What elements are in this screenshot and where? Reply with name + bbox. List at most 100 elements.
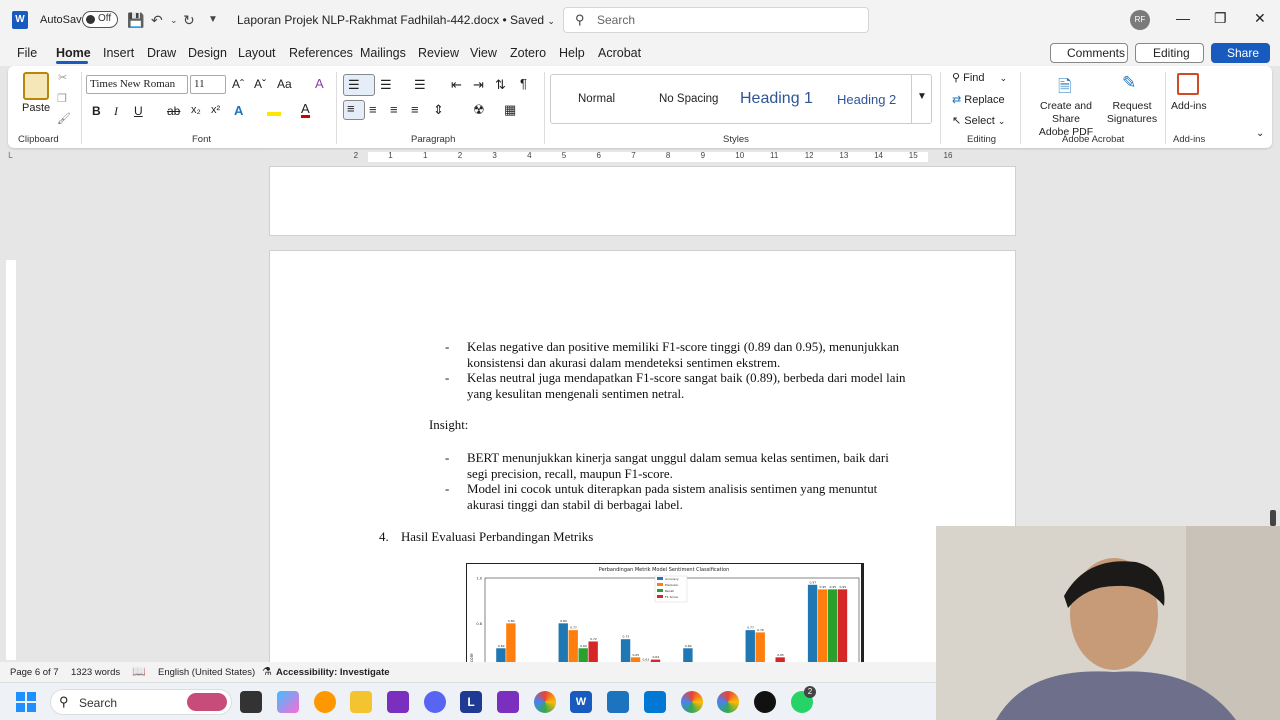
style-heading-2[interactable]: Heading 2 [837,92,896,107]
font-size-select[interactable]: 11 [190,75,226,94]
chrome-profile-2-icon[interactable] [717,691,739,713]
grow-font-icon[interactable]: Aˆ [232,77,244,91]
list-item[interactable]: Kelas neutral juga mendapatkan F1-score … [467,371,905,402]
chart-image[interactable]: Perbandingan Metrik Model Sentiment Clas… [466,563,864,671]
bold-icon[interactable]: B [92,104,101,118]
multilevel-list-icon[interactable]: ☰ [414,77,426,93]
menu-home[interactable]: Home [56,46,91,60]
restore-icon[interactable]: ❐ [1214,10,1227,27]
section-heading[interactable]: Hasil Evaluasi Perbandingan Metriks [401,530,593,546]
copy-icon[interactable]: ❐ [57,92,67,105]
vertical-scrollbar-thumb[interactable] [1270,510,1276,526]
line-spacing-icon[interactable]: ⇕ [433,102,444,118]
justify-icon[interactable]: ≡ [411,102,419,117]
align-left-icon[interactable]: ≡ [343,100,365,120]
subscript-icon[interactable]: x₂ [191,104,201,116]
align-center-icon[interactable]: ≡ [369,102,377,117]
comments-button[interactable]: Comments [1050,43,1128,63]
app-dark-icon[interactable] [754,691,776,713]
replace-button[interactable]: ⇄ Replace [952,93,1005,106]
menu-mailings[interactable]: Mailings [360,46,406,60]
insight-label[interactable]: Insight: [429,418,468,434]
underline-icon[interactable]: U [134,104,143,118]
menu-insert[interactable]: Insert [103,46,134,60]
chrome-icon[interactable] [534,691,556,713]
increase-indent-icon[interactable]: ⇥ [473,77,484,93]
text-effects-icon[interactable]: A [234,103,243,118]
menu-design[interactable]: Design [188,46,227,60]
start-icon[interactable] [16,692,36,712]
change-case-icon[interactable]: Aa [277,77,292,91]
horizontal-ruler[interactable]: 2 1 1 2 3 4 5 6 7 8 9 10 11 12 13 14 15 16 [268,150,1018,164]
menu-view[interactable]: View [470,46,497,60]
language-status[interactable]: English (United States) [158,667,255,678]
add-ins-button[interactable]: Add-ins [1171,100,1207,112]
menu-layout[interactable]: Layout [238,46,276,60]
redo-icon[interactable]: ↻ [183,12,195,29]
superscript-icon[interactable]: x² [211,104,220,116]
clipboard-icon[interactable] [23,72,49,100]
numbering-icon[interactable]: ☰ [380,77,392,93]
vscode-icon[interactable] [644,691,666,713]
visual-studio-icon[interactable] [387,691,409,713]
find-button[interactable]: ⚲ Find ⌄ [952,71,1007,84]
font-name-select[interactable]: Times New Roman [86,75,188,94]
avatar[interactable]: RF [1130,10,1150,30]
select-button[interactable]: ↖ Select ⌄ [952,114,1005,127]
sort-icon[interactable]: ⇅ [495,77,506,93]
ruler-tab-selector[interactable]: └ [6,152,12,162]
style-normal[interactable]: Normal [578,93,615,105]
styles-more-icon[interactable]: ▼ [911,75,932,123]
menu-file[interactable]: File [17,46,37,60]
cut-icon[interactable]: ✂ [58,71,67,84]
decrease-indent-icon[interactable]: ⇤ [451,77,462,93]
borders-icon[interactable]: ▦ [504,102,516,118]
chrome-profile-icon[interactable] [681,691,703,713]
menu-review[interactable]: Review [418,46,459,60]
list-item[interactable]: Kelas negative dan positive memiliki F1-… [467,340,899,371]
editing-mode-button[interactable]: Editing [1135,43,1204,63]
document-page-previous[interactable] [269,166,1016,236]
undo-dropdown-icon[interactable]: ⌄ [170,15,178,26]
app-l-icon[interactable]: L [460,691,482,713]
menu-acrobat[interactable]: Acrobat [598,46,641,60]
share-button[interactable]: Share [1211,43,1270,63]
copilot-icon[interactable] [277,691,299,713]
shrink-font-icon[interactable]: Aˇ [254,77,266,91]
format-painter-icon[interactable]: 🖌 [57,112,71,125]
customize-toolbar-icon[interactable]: ▼ [208,14,218,25]
vertical-ruler[interactable] [6,260,16,660]
list-item[interactable]: Model ini cocok untuk diterapkan pada si… [467,482,877,513]
style-heading-1[interactable]: Heading 1 [740,90,813,108]
shading-icon[interactable]: ☢ [473,102,485,118]
request-signatures-button[interactable]: Request Signatures [1106,100,1158,126]
highlight-icon[interactable] [267,102,281,116]
align-right-icon[interactable]: ≡ [390,102,398,117]
menu-zotero[interactable]: Zotero [510,46,546,60]
accessibility-status[interactable]: Accessibility: Investigate [276,667,390,678]
discord-icon[interactable] [424,691,446,713]
notepad-icon[interactable] [607,691,629,713]
whatsapp-icon[interactable]: 2 [791,686,816,713]
show-formatting-icon[interactable]: ¶ [520,76,527,91]
firefox-icon[interactable] [314,691,336,713]
menu-help[interactable]: Help [559,46,585,60]
collapse-ribbon-icon[interactable]: ⌄ [1256,128,1264,139]
taskbar-search[interactable]: ⚲ Search [50,689,232,715]
autosave-toggle[interactable]: Off [82,11,118,28]
document-title[interactable]: Laporan Projek NLP-Rakhmat Fadhilah-442.… [237,13,555,27]
clear-formatting-icon[interactable]: A [315,76,324,91]
search-input[interactable]: ⚲ Search [563,7,869,33]
minimize-icon[interactable]: — [1176,10,1190,26]
file-explorer-icon[interactable] [350,691,372,713]
document-page[interactable]: - Kelas negative dan positive memiliki F… [269,250,1016,671]
italic-icon[interactable]: I [114,104,118,119]
paste-button[interactable]: Paste [22,102,50,114]
task-view-icon[interactable] [240,691,262,713]
menu-draw[interactable]: Draw [147,46,176,60]
menu-references[interactable]: References [289,46,353,60]
close-icon[interactable]: ✕ [1254,10,1266,27]
proofing-icon[interactable]: 📖 [132,665,146,678]
font-color-icon[interactable]: A [301,102,310,118]
page-count[interactable]: Page 6 of 7 [10,667,59,678]
